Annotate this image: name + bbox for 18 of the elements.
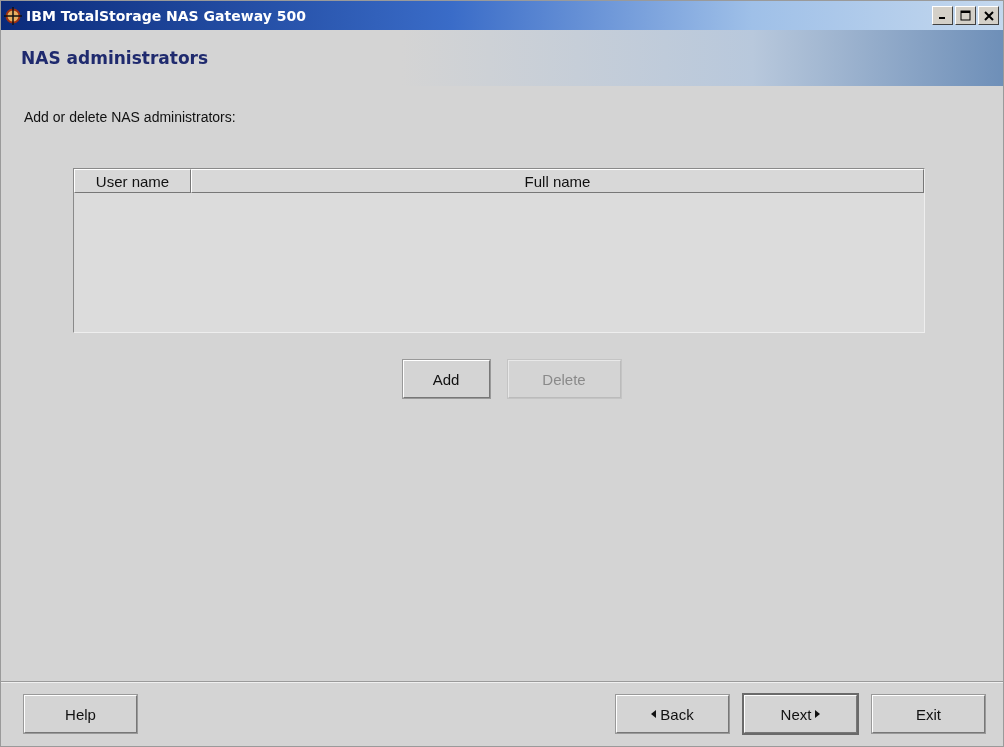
minimize-button[interactable] xyxy=(932,6,953,25)
left-triangle-icon xyxy=(651,710,657,718)
close-icon xyxy=(983,10,994,21)
maximize-button[interactable] xyxy=(955,6,976,25)
back-button[interactable]: Back xyxy=(616,695,729,733)
column-header[interactable]: User name xyxy=(74,169,191,193)
maximize-icon xyxy=(960,10,971,21)
right-triangle-icon xyxy=(815,710,821,718)
dialog-button[interactable]: Help xyxy=(24,695,137,733)
next-button[interactable]: Next xyxy=(744,695,857,733)
page-title: NAS administrators xyxy=(21,48,209,68)
close-button[interactable] xyxy=(978,6,999,25)
instruction-text: Add or delete NAS administrators: xyxy=(24,109,236,125)
dialog-button[interactable]: Exit xyxy=(872,695,985,733)
add-button[interactable]: Add xyxy=(402,360,490,398)
column-header[interactable]: Full name xyxy=(191,169,924,193)
window-title: IBM TotalStorage NAS Gateway 500 xyxy=(26,7,307,24)
crosshair-logo-icon xyxy=(4,6,22,25)
